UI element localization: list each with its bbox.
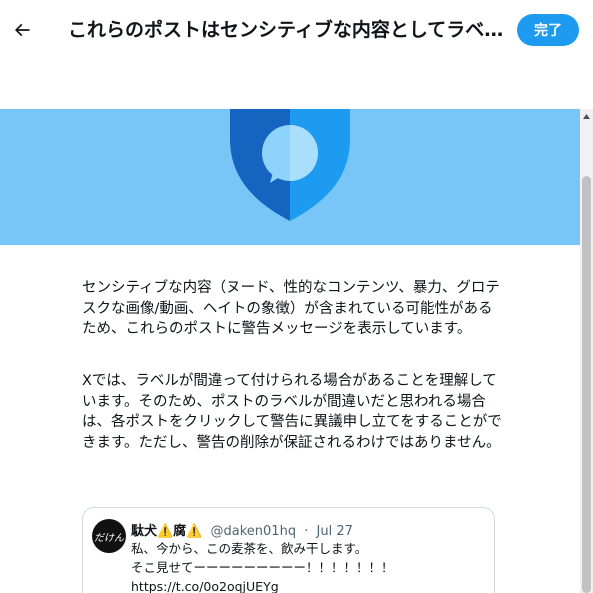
scroll-up-arrow-icon[interactable]	[580, 109, 593, 123]
tweet-card[interactable]: だけん 駄犬⚠️腐⚠️ @daken01hq · Jul 27 私、今から、この…	[82, 507, 495, 593]
modal-header: これらのポストはセンシティブな内容としてラベル付けされています 完了	[0, 0, 593, 60]
appeal-paragraph: Xでは、ラベルが間違って付けられる場合があることを理解しています。そのため、ポス…	[82, 373, 502, 451]
tweet-line: そこ見せてーーーーーーーーー！！！！！！！	[131, 560, 394, 575]
tweet-link[interactable]: https://t.co/0o2oqjUEYg	[131, 577, 486, 593]
tweet-line: 私、今から、この麦茶を、飲み干します。	[131, 541, 368, 556]
scrollbar-thumb[interactable]	[582, 176, 591, 593]
description-paragraph: センシティブな内容（ヌード、性的なコンテンツ、暴力、グロテスクな画像/動画、ヘイ…	[82, 280, 500, 337]
modal-title: これらのポストはセンシティブな内容としてラベル付けされています	[68, 19, 508, 41]
arrow-left-icon	[14, 23, 30, 37]
tweet-header: 駄犬⚠️腐⚠️ @daken01hq · Jul 27	[131, 520, 353, 539]
tweet-author-handle[interactable]: @daken01hq	[211, 524, 297, 539]
tweet-text: 私、今から、この麦茶を、飲み干します。 そこ見せてーーーーーーーーー！！！！！！…	[131, 539, 486, 593]
tweet-date[interactable]: Jul 27	[317, 524, 353, 539]
tweet-author-name[interactable]: 駄犬⚠️腐⚠️	[131, 524, 202, 539]
avatar[interactable]: だけん	[92, 519, 126, 553]
done-button[interactable]: 完了	[517, 14, 579, 46]
shield-message-icon	[230, 109, 350, 221]
back-button[interactable]	[6, 12, 38, 48]
illustration-banner	[0, 109, 580, 245]
tweet-separator: ·	[304, 524, 309, 539]
